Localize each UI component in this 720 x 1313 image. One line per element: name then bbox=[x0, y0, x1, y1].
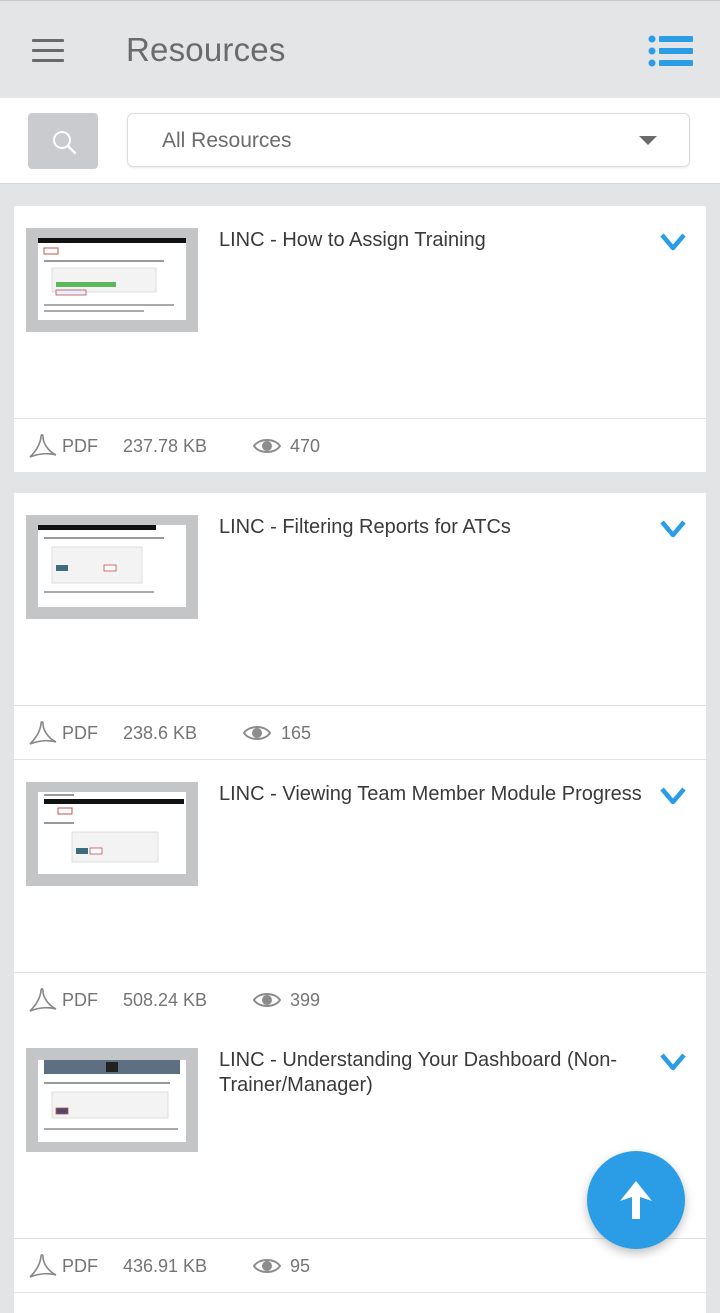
eye-icon bbox=[253, 439, 281, 453]
app-bar: Resources bbox=[0, 0, 720, 98]
resource-filter-value: All Resources bbox=[162, 129, 292, 152]
resource-meta: PDF 436.91 KB 95 bbox=[14, 1238, 706, 1292]
arrow-up-icon bbox=[620, 1181, 652, 1219]
resource-card[interactable]: LINC - Understanding Your Dashboard (Non… bbox=[14, 1026, 706, 1292]
pdf-icon bbox=[29, 433, 57, 458]
file-size: 237.78 KB bbox=[123, 436, 208, 456]
eye-icon bbox=[243, 726, 271, 740]
document-thumbnail bbox=[26, 1048, 198, 1152]
resource-card[interactable]: LINC - Filtering Reports for ATCs PDF 23… bbox=[14, 493, 706, 759]
eye-icon bbox=[253, 993, 281, 1007]
resource-card[interactable] bbox=[14, 1293, 706, 1313]
chevron-down-icon[interactable] bbox=[660, 232, 686, 252]
view-count: 165 bbox=[281, 723, 312, 743]
chevron-down-icon bbox=[639, 136, 657, 145]
resource-card[interactable]: LINC - Viewing Team Member Module Progre… bbox=[14, 760, 706, 1026]
resource-filter-select[interactable]: All Resources bbox=[127, 113, 690, 167]
page-title: Resources bbox=[126, 31, 286, 68]
resource-title[interactable]: LINC - Understanding Your Dashboard (Non… bbox=[219, 1048, 659, 1098]
pdf-icon bbox=[29, 1253, 57, 1278]
file-type: PDF bbox=[62, 1256, 98, 1276]
eye-icon bbox=[253, 1259, 281, 1273]
file-type: PDF bbox=[62, 723, 98, 743]
view-count: 399 bbox=[290, 990, 321, 1010]
resource-meta: PDF 238.6 KB 165 bbox=[14, 705, 706, 759]
file-type: PDF bbox=[62, 990, 98, 1010]
chevron-down-icon[interactable] bbox=[660, 1052, 686, 1072]
view-count: 470 bbox=[290, 436, 321, 456]
view-count: 95 bbox=[290, 1256, 311, 1276]
scroll-to-top-button[interactable] bbox=[587, 1151, 685, 1249]
document-thumbnail bbox=[26, 782, 198, 886]
search-button[interactable] bbox=[28, 113, 98, 169]
resource-title[interactable]: LINC - Viewing Team Member Module Progre… bbox=[219, 782, 659, 807]
file-type: PDF bbox=[62, 436, 98, 456]
resource-card[interactable]: LINC - How to Assign Training PDF 237.78… bbox=[14, 206, 706, 472]
document-thumbnail bbox=[26, 228, 198, 332]
document-thumbnail bbox=[26, 515, 198, 619]
hamburger-menu-icon[interactable] bbox=[28, 35, 70, 67]
chevron-down-icon[interactable] bbox=[660, 519, 686, 539]
file-size: 238.6 KB bbox=[123, 723, 198, 743]
list-view-icon[interactable] bbox=[646, 33, 696, 73]
pdf-icon bbox=[29, 720, 57, 745]
chevron-down-icon[interactable] bbox=[660, 786, 686, 806]
file-size: 436.91 KB bbox=[123, 1256, 208, 1276]
search-icon bbox=[53, 131, 77, 155]
filter-bar: All Resources bbox=[0, 98, 720, 184]
pdf-icon bbox=[29, 987, 57, 1012]
file-size: 508.24 KB bbox=[123, 990, 208, 1010]
resource-title[interactable]: LINC - How to Assign Training bbox=[219, 228, 659, 253]
resource-meta: PDF 508.24 KB 399 bbox=[14, 972, 706, 1026]
resource-title[interactable]: LINC - Filtering Reports for ATCs bbox=[219, 515, 659, 540]
resource-meta: PDF 237.78 KB 470 bbox=[14, 418, 706, 472]
